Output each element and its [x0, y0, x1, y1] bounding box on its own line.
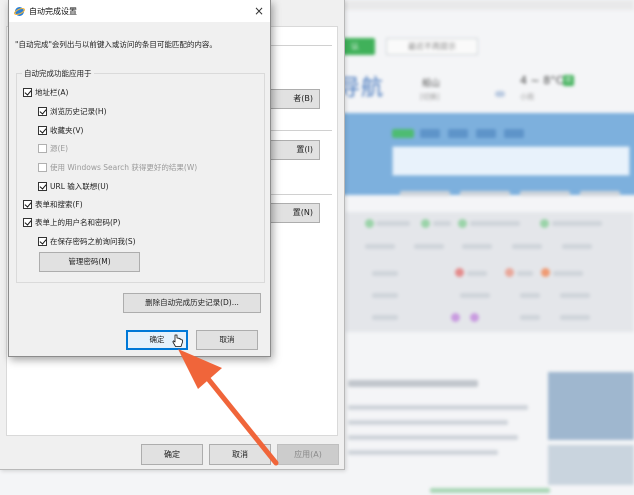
checkbox-browsing-history[interactable]: 浏览历史记录(H): [38, 105, 107, 117]
dialog-description: "自动完成"会列出与以前键入或访问的条目可能匹配的内容。: [15, 40, 217, 49]
checkbox-checked-icon[interactable]: [38, 106, 47, 116]
bg-text-line: [560, 293, 590, 298]
bg-text-line: [560, 315, 590, 320]
checkbox-label: 源(E): [50, 143, 69, 153]
bg-text-line: [470, 221, 520, 226]
checkbox-checked-icon[interactable]: [38, 125, 47, 135]
hand-cursor-icon: [172, 334, 183, 347]
bg-link-icon: [421, 219, 430, 228]
checkbox-usernames-passwords[interactable]: 表单上的用户名和密码(P): [23, 216, 120, 228]
checkbox-checked-icon[interactable]: [38, 181, 47, 191]
parent-ok-button[interactable]: 确定: [141, 444, 203, 465]
bg-text-line: [433, 221, 451, 226]
cancel-button[interactable]: 取消: [196, 330, 258, 350]
bg-not-remind-button: 最近不再提示: [386, 38, 478, 55]
checkbox-checked-icon[interactable]: [23, 217, 32, 227]
checkbox-ask-before-saving[interactable]: 在保存密码之前询问我(S): [38, 235, 136, 247]
bg-news-headline: [348, 380, 478, 387]
parent-cancel-button[interactable]: 取消: [209, 444, 271, 465]
internet-options-icon: [14, 7, 25, 16]
bg-text-line: [462, 244, 492, 249]
bg-text-line: [430, 488, 550, 493]
dialog-titlebar[interactable]: 自动完成设置 ×: [9, 0, 270, 22]
bg-text-line: [348, 450, 498, 455]
bg-link-icon: [540, 219, 549, 228]
bg-text-line: [520, 315, 540, 320]
weather-icon: [495, 91, 505, 97]
dialog-title: 自动完成设置: [29, 7, 77, 16]
bg-link-icon: [458, 219, 467, 228]
bg-search-tab: [448, 129, 468, 138]
manage-passwords-button[interactable]: 管理密码(M): [39, 252, 140, 272]
checkbox-label: 地址栏(A): [35, 87, 69, 97]
bg-text-line: [460, 191, 510, 196]
checkbox-forms-searches[interactable]: 表单和搜索(F): [23, 198, 83, 210]
bg-text-line: [365, 244, 395, 249]
checkbox-label: 收藏夹(V): [50, 125, 84, 135]
bg-text-line: [460, 293, 490, 298]
bg-text-line: [520, 191, 570, 196]
bg-text-line: [552, 221, 602, 226]
checkbox-address-bar[interactable]: 地址栏(A): [23, 86, 68, 98]
checkbox-checked-icon[interactable]: [23, 199, 32, 209]
bg-link-icon: [470, 313, 479, 322]
bg-text-line: [580, 191, 620, 196]
bg-text-line: [372, 293, 398, 298]
parent-apply-button[interactable]: 应用(A): [277, 444, 339, 465]
autocomplete-settings-dialog: 自动完成设置 × "自动完成"会列出与以前键入或访问的条目可能匹配的内容。 自动…: [8, 0, 271, 357]
bg-aqi-badge: 优: [563, 75, 574, 86]
checkbox-unchecked-icon[interactable]: [38, 162, 47, 172]
bg-text-line: [553, 271, 583, 276]
bg-text-line: [520, 293, 540, 298]
bg-text-line: [376, 221, 410, 226]
checkbox-label: URL 输入联想(U): [50, 181, 109, 191]
bg-link-icon: [451, 313, 460, 322]
group-label: 自动完成功能应用于: [22, 68, 94, 79]
bg-link-icon: [365, 219, 374, 228]
delete-autocomplete-history-button[interactable]: 删除自动完成历史记录(D)...: [123, 293, 261, 313]
checkbox-feeds[interactable]: 源(E): [38, 142, 68, 154]
checkbox-favorites[interactable]: 收藏夹(V): [38, 124, 83, 136]
checkbox-checked-icon[interactable]: [38, 236, 47, 246]
bg-news-image: [548, 372, 634, 440]
bg-link-icon: [541, 268, 550, 277]
bg-search-box: [392, 146, 630, 176]
checkbox-label: 在保存密码之前询问我(S): [50, 236, 136, 246]
bg-temperature: 4 ~ 8°C: [520, 74, 564, 87]
bg-text-line: [512, 244, 542, 249]
bg-news-image: [548, 445, 634, 485]
bg-search-tab: [476, 129, 496, 138]
bg-city: 船山: [422, 79, 441, 89]
bg-text-line: [517, 271, 533, 276]
checkbox-label: 浏览历史记录(H): [50, 106, 107, 116]
bg-text-line: [372, 271, 398, 276]
bg-search-tab: [504, 129, 524, 138]
bg-text-line: [400, 191, 450, 196]
bg-text-line: [348, 405, 528, 410]
bg-text-line: [562, 244, 592, 249]
bg-city-switch: [切换]: [420, 93, 440, 101]
bg-weather: 小雨: [520, 93, 534, 101]
checkbox-checked-icon[interactable]: [23, 87, 32, 97]
bg-link-icon: [455, 268, 464, 277]
checkbox-windows-search[interactable]: 使用 Windows Search 获得更好的结果(W): [38, 161, 197, 173]
bg-text-line: [414, 244, 444, 249]
bg-search-tab-active: [392, 129, 414, 138]
close-icon[interactable]: ×: [251, 3, 267, 19]
checkbox-label: 表单和搜索(F): [35, 199, 83, 209]
bg-text-line: [372, 315, 398, 320]
checkbox-label: 使用 Windows Search 获得更好的结果(W): [50, 162, 198, 172]
checkbox-label: 表单上的用户名和密码(P): [35, 217, 121, 227]
checkbox-url-suggestions[interactable]: URL 输入联想(U): [38, 180, 109, 192]
bg-link-icon: [505, 268, 514, 277]
bg-text-line: [348, 420, 508, 425]
checkbox-unchecked-icon[interactable]: [38, 143, 47, 153]
bg-text-line: [467, 271, 487, 276]
bg-text-line: [348, 435, 518, 440]
bg-search-tab: [420, 129, 440, 138]
